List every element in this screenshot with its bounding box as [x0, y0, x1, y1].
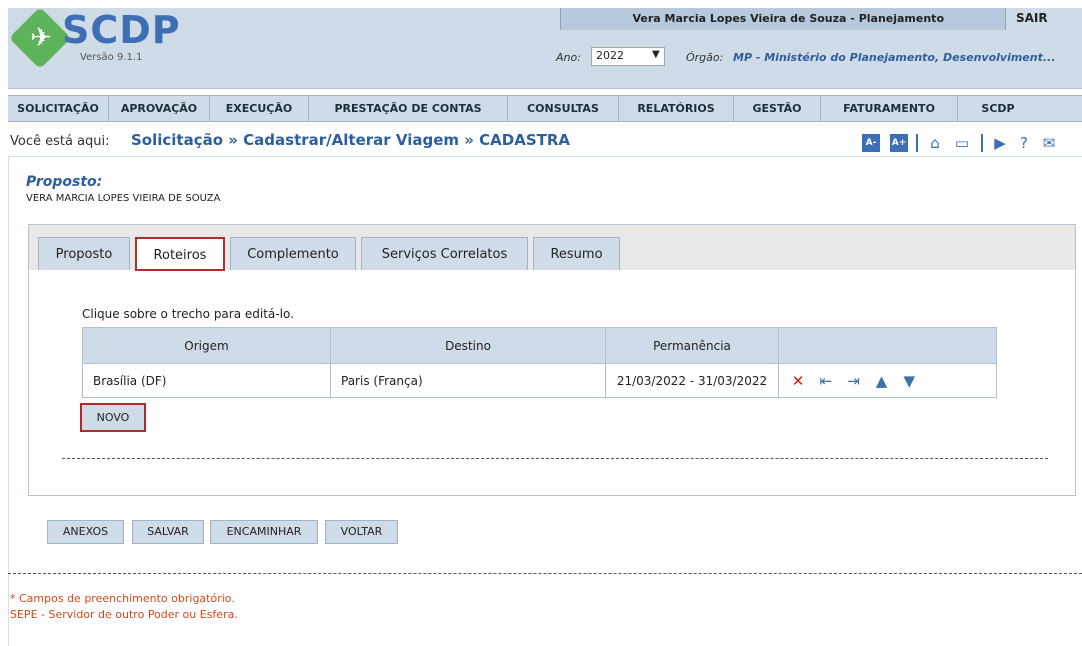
move-down-icon[interactable]: ▼ [900, 372, 918, 390]
divider [62, 458, 1048, 459]
tab-servicos-correlatos[interactable]: Serviços Correlatos [361, 237, 528, 270]
column-header-origem: Origem [82, 327, 331, 364]
ano-label: Ano: [556, 51, 581, 64]
menu-item-consultas[interactable]: CONSULTAS [508, 96, 619, 121]
menu-item-relatorios[interactable]: RELATÓRIOS [619, 96, 734, 121]
delete-icon[interactable]: ✕ [789, 372, 807, 390]
breadcrumb-prefix: Você está aqui: [10, 134, 110, 149]
required-note: * Campos de preenchimento obrigatório. [10, 592, 235, 605]
menu-item-aprovacao[interactable]: APROVAÇÃO [109, 96, 210, 121]
font-increase-button[interactable]: A+ [890, 134, 908, 152]
main-menu: SOLICITAÇÃO APROVAÇÃO EXECUÇÃO PRESTAÇÃO… [8, 95, 1082, 122]
column-header-actions [778, 327, 997, 364]
anexos-button[interactable]: ANEXOS [47, 520, 124, 544]
help-icon[interactable]: ? [1015, 134, 1033, 152]
menu-item-solicitacao[interactable]: SOLICITAÇÃO [8, 96, 109, 121]
menu-item-prestacao-contas[interactable]: PRESTAÇÃO DE CONTAS [309, 96, 508, 121]
salvar-button[interactable]: SALVAR [132, 520, 204, 544]
app-logo: SCDP [62, 8, 181, 52]
divider [8, 156, 1082, 157]
origem-cell[interactable]: Brasília (DF) [82, 363, 331, 398]
menu-item-execucao[interactable]: EXECUÇÃO [210, 96, 309, 121]
insert-after-icon[interactable]: ⇥ [845, 372, 863, 390]
menu-item-faturamento[interactable]: FATURAMENTO [821, 96, 958, 121]
user-name: Vera Marcia Lopes Vieira de Souza - Plan… [632, 12, 945, 25]
breadcrumb: Solicitação » Cadastrar/Alterar Viagem »… [131, 131, 571, 149]
tab-resumo[interactable]: Resumo [533, 237, 620, 270]
orgao-label: Órgão: [686, 51, 724, 64]
insert-before-icon[interactable]: ⇤ [817, 372, 835, 390]
column-header-destino: Destino [330, 327, 606, 364]
orgao-value[interactable]: MP - Ministério do Planejamento, Desenvo… [733, 51, 1055, 64]
menu-item-gestao[interactable]: GESTÃO [734, 96, 821, 121]
encaminhar-button[interactable]: ENCAMINHAR [210, 520, 318, 544]
voltar-button[interactable]: VOLTAR [325, 520, 398, 544]
mail-icon[interactable]: ✉ [1040, 134, 1058, 152]
logout-link[interactable]: SAIR [1016, 11, 1048, 25]
move-up-icon[interactable]: ▲ [872, 372, 890, 390]
edit-hint: Clique sobre o trecho para editá-lo. [82, 307, 294, 321]
tab-roteiros[interactable]: Roteiros [135, 237, 225, 271]
table-row[interactable]: Brasília (DF) Paris (França) 21/03/2022 … [82, 363, 997, 398]
chat-icon[interactable]: ▭ [953, 134, 971, 152]
destino-cell[interactable]: Paris (França) [330, 363, 606, 398]
chevron-down-icon[interactable]: ▼ [652, 49, 660, 60]
app-version: Versão 9.1.1 [80, 52, 143, 63]
proposto-label: Proposto: [26, 174, 103, 190]
toolbar-divider [981, 134, 983, 152]
divider [8, 573, 1082, 574]
airplane-icon: ✈ [30, 23, 52, 53]
sepe-note: SEPE - Servidor de outro Poder ou Esfera… [10, 608, 238, 621]
tab-complemento[interactable]: Complemento [230, 237, 356, 270]
toolbar-divider [916, 134, 918, 152]
permanencia-cell[interactable]: 21/03/2022 - 31/03/2022 [605, 363, 779, 398]
roteiros-table: Origem Destino Permanência Brasília (DF)… [82, 327, 997, 398]
novo-button[interactable]: NOVO [80, 403, 146, 432]
home-icon[interactable]: ⌂ [926, 134, 944, 152]
actions-cell: ✕ ⇤ ⇥ ▲ ▼ [778, 363, 997, 398]
column-header-permanencia: Permanência [605, 327, 779, 364]
proposto-name: VERA MARCIA LOPES VIEIRA DE SOUZA [26, 193, 221, 204]
menu-item-scdp[interactable]: SCDP [958, 96, 1038, 121]
font-decrease-button[interactable]: A- [862, 134, 880, 152]
video-icon[interactable]: ▶ [991, 134, 1009, 152]
tab-proposto[interactable]: Proposto [38, 237, 130, 270]
